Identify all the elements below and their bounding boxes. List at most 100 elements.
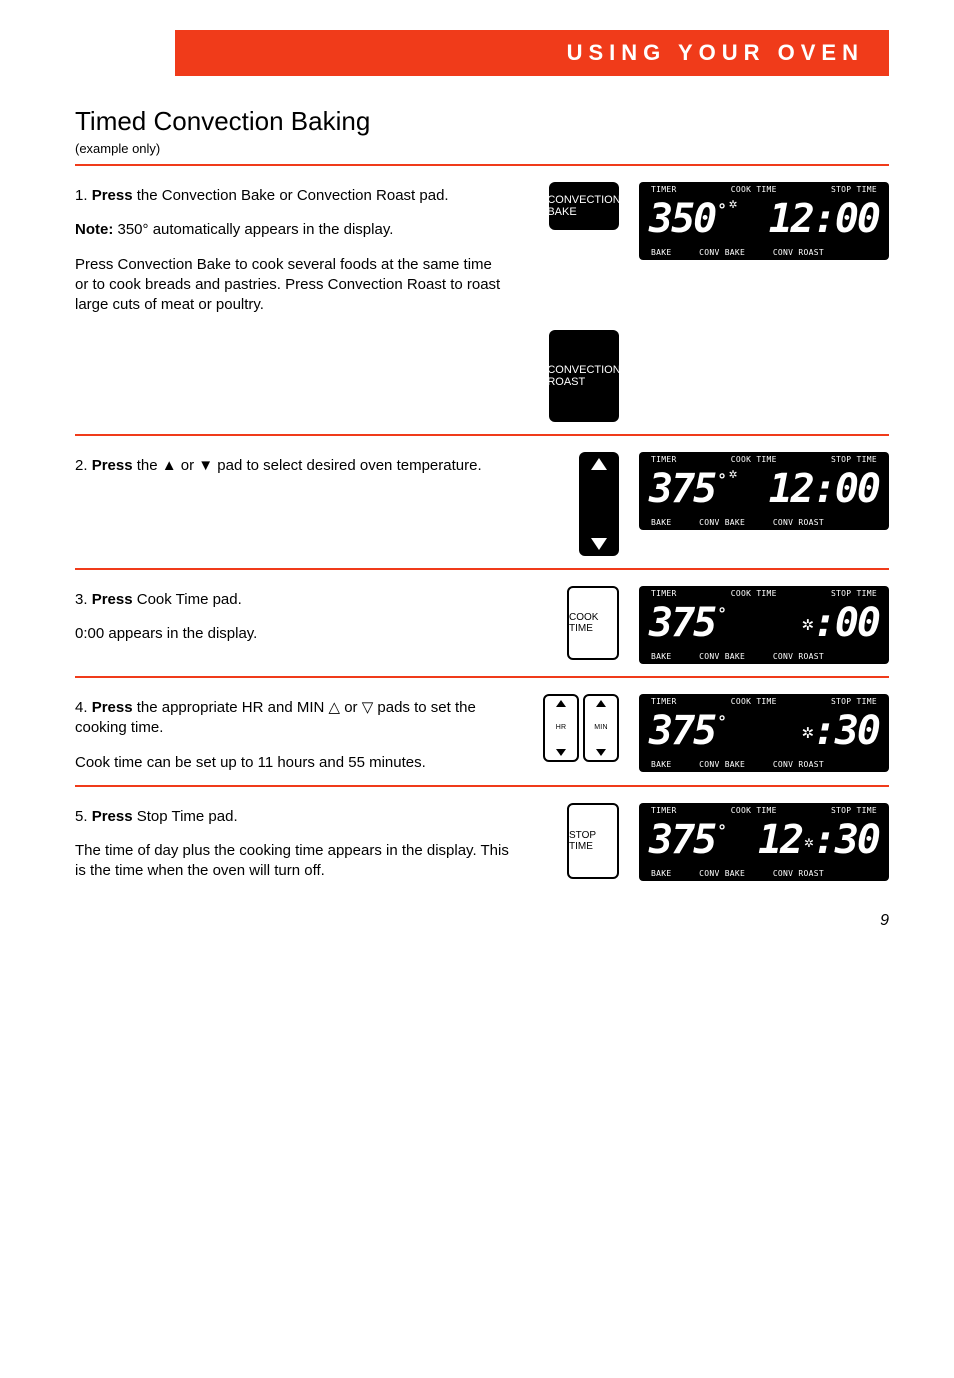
divider [75, 785, 889, 787]
step-note: The time of day plus the cooking time ap… [75, 841, 509, 882]
step-rest: the appropriate HR and MIN △ or ▽ pads t… [75, 699, 476, 736]
lcd-label-timer: TIMER [651, 806, 677, 815]
lcd-label-cook: COOK TIME [731, 185, 777, 194]
lcd-temp: 350 [649, 196, 715, 242]
step-note: Cook time can be set up to 11 hours and … [75, 753, 509, 773]
lcd-time: 12:00 [769, 466, 879, 512]
convection-bake-pad[interactable]: CONVECTION BAKE [549, 182, 619, 230]
lcd-label-cook: COOK TIME [731, 455, 777, 464]
lcd-time: 12:00 [769, 196, 879, 242]
step-rest: Stop Time pad. [133, 808, 238, 825]
hr-up-down-pad[interactable]: HR [543, 694, 579, 762]
oven-display: TIMER COOK TIME STOP TIME 375° 12✲:30 BA… [639, 803, 889, 881]
step-4: 4. Press the appropriate HR and MIN △ or… [75, 694, 889, 773]
lcd-label-bake: BAKE [651, 518, 671, 527]
lcd-label-timer: TIMER [651, 455, 677, 464]
oven-display: TIMER COOK TIME STOP TIME 350°✲ 12:00 BA… [639, 182, 889, 260]
triangle-down-icon [596, 749, 606, 756]
stop-icon: ✲ [804, 832, 813, 851]
step-2: 2. Press the ▲ or ▼ pad to select desire… [75, 452, 889, 556]
lcd-temp: 375 [649, 466, 715, 512]
step-text: 3. Press Cook Time pad. 0:00 appears in … [75, 586, 509, 645]
step-note: 0:00 appears in the display. [75, 624, 509, 644]
step-rest: the Convection Bake or Convection Roast … [133, 187, 449, 204]
divider [75, 568, 889, 570]
lcd-time: :00 [813, 600, 879, 646]
lcd-label-stop: STOP TIME [831, 185, 877, 194]
step-action: Press [92, 187, 133, 204]
header-banner: USING YOUR OVEN [175, 30, 889, 76]
cook-icon: ✲ [802, 719, 813, 743]
step-num: 3. [75, 591, 88, 608]
step-text: 4. Press the appropriate HR and MIN △ or… [75, 694, 509, 773]
step-extra: Press Convection Bake to cook several fo… [75, 255, 509, 316]
divider [75, 676, 889, 678]
lcd-label-bake: BAKE [651, 869, 671, 878]
lcd-label-mode: CONV BAKE [699, 760, 745, 769]
min-up-down-pad[interactable]: MIN [583, 694, 619, 762]
oven-display: TIMER COOK TIME STOP TIME 375° ✲:00 BAKE… [639, 586, 889, 664]
step-num: 5. [75, 808, 88, 825]
lcd-temp: 375 [649, 817, 715, 863]
lcd-label-bake: BAKE [651, 652, 671, 661]
step-num: 2. [75, 457, 88, 474]
lcd-label-stop: STOP TIME [831, 697, 877, 706]
lcd-label-stop: STOP TIME [831, 806, 877, 815]
lcd-time-pre: 12 [758, 817, 802, 863]
note-label: Note: [75, 221, 113, 238]
divider [75, 164, 889, 166]
step-3: 3. Press Cook Time pad. 0:00 appears in … [75, 586, 889, 664]
preheat-icon: ✲ [729, 466, 736, 482]
lcd-temp: 375 [649, 600, 715, 646]
lcd-label-bake: BAKE [651, 248, 671, 257]
lcd-label-convroast: CONV ROAST [773, 518, 824, 527]
lcd-label-timer: TIMER [651, 185, 677, 194]
preheat-icon: ✲ [729, 196, 736, 212]
triangle-up-icon [596, 700, 606, 707]
lcd-label-mode: CONV BAKE [699, 248, 745, 257]
lcd-label-cook: COOK TIME [731, 697, 777, 706]
lcd-label-bake: BAKE [651, 760, 671, 769]
section-subtitle: (example only) [75, 141, 889, 156]
triangle-down-icon [591, 538, 607, 550]
lcd-label-stop: STOP TIME [831, 455, 877, 464]
lcd-label-mode: CONV BAKE [699, 518, 745, 527]
step-rest: the ▲ or ▼ pad to select desired oven te… [133, 457, 482, 474]
step-action: Press [92, 808, 133, 825]
divider [75, 434, 889, 436]
section-title: Timed Convection Baking [75, 106, 889, 137]
lcd-label-mode: CONV BAKE [699, 869, 745, 878]
lcd-label-convroast: CONV ROAST [773, 760, 824, 769]
step-text: 5. Press Stop Time pad. The time of day … [75, 803, 509, 882]
step-rest: Cook Time pad. [133, 591, 242, 608]
note-text: 350° automatically appears in the displa… [113, 221, 393, 238]
lcd-label-mode: CONV BAKE [699, 652, 745, 661]
step-text: 2. Press the ▲ or ▼ pad to select desire… [75, 452, 509, 476]
lcd-label-cook: COOK TIME [731, 806, 777, 815]
lcd-temp: 375 [649, 708, 715, 754]
lcd-label-convroast: CONV ROAST [773, 869, 824, 878]
step-num: 4. [75, 699, 88, 716]
hr-label: HR [556, 724, 567, 732]
step-5: 5. Press Stop Time pad. The time of day … [75, 803, 889, 882]
cook-icon: ✲ [802, 611, 813, 635]
temp-up-down-pad[interactable] [579, 452, 619, 556]
triangle-up-icon [591, 458, 607, 470]
lcd-label-timer: TIMER [651, 697, 677, 706]
cook-time-pad[interactable]: COOK TIME [567, 586, 619, 660]
min-label: MIN [594, 724, 607, 732]
step-num: 1. [75, 187, 88, 204]
triangle-up-icon [556, 700, 566, 707]
stop-time-pad[interactable]: STOP TIME [567, 803, 619, 879]
step-1: 1. Press the Convection Bake or Convecti… [75, 182, 889, 422]
lcd-label-convroast: CONV ROAST [773, 652, 824, 661]
convection-roast-pad[interactable]: CONVECTION ROAST [549, 330, 619, 422]
step-action: Press [92, 699, 133, 716]
lcd-label-timer: TIMER [651, 589, 677, 598]
step-text: 1. Press the Convection Bake or Convecti… [75, 182, 509, 315]
triangle-down-icon [556, 749, 566, 756]
lcd-label-stop: STOP TIME [831, 589, 877, 598]
oven-display: TIMER COOK TIME STOP TIME 375°✲ 12:00 BA… [639, 452, 889, 530]
step-action: Press [92, 457, 133, 474]
lcd-time-post: :30 [813, 817, 879, 863]
